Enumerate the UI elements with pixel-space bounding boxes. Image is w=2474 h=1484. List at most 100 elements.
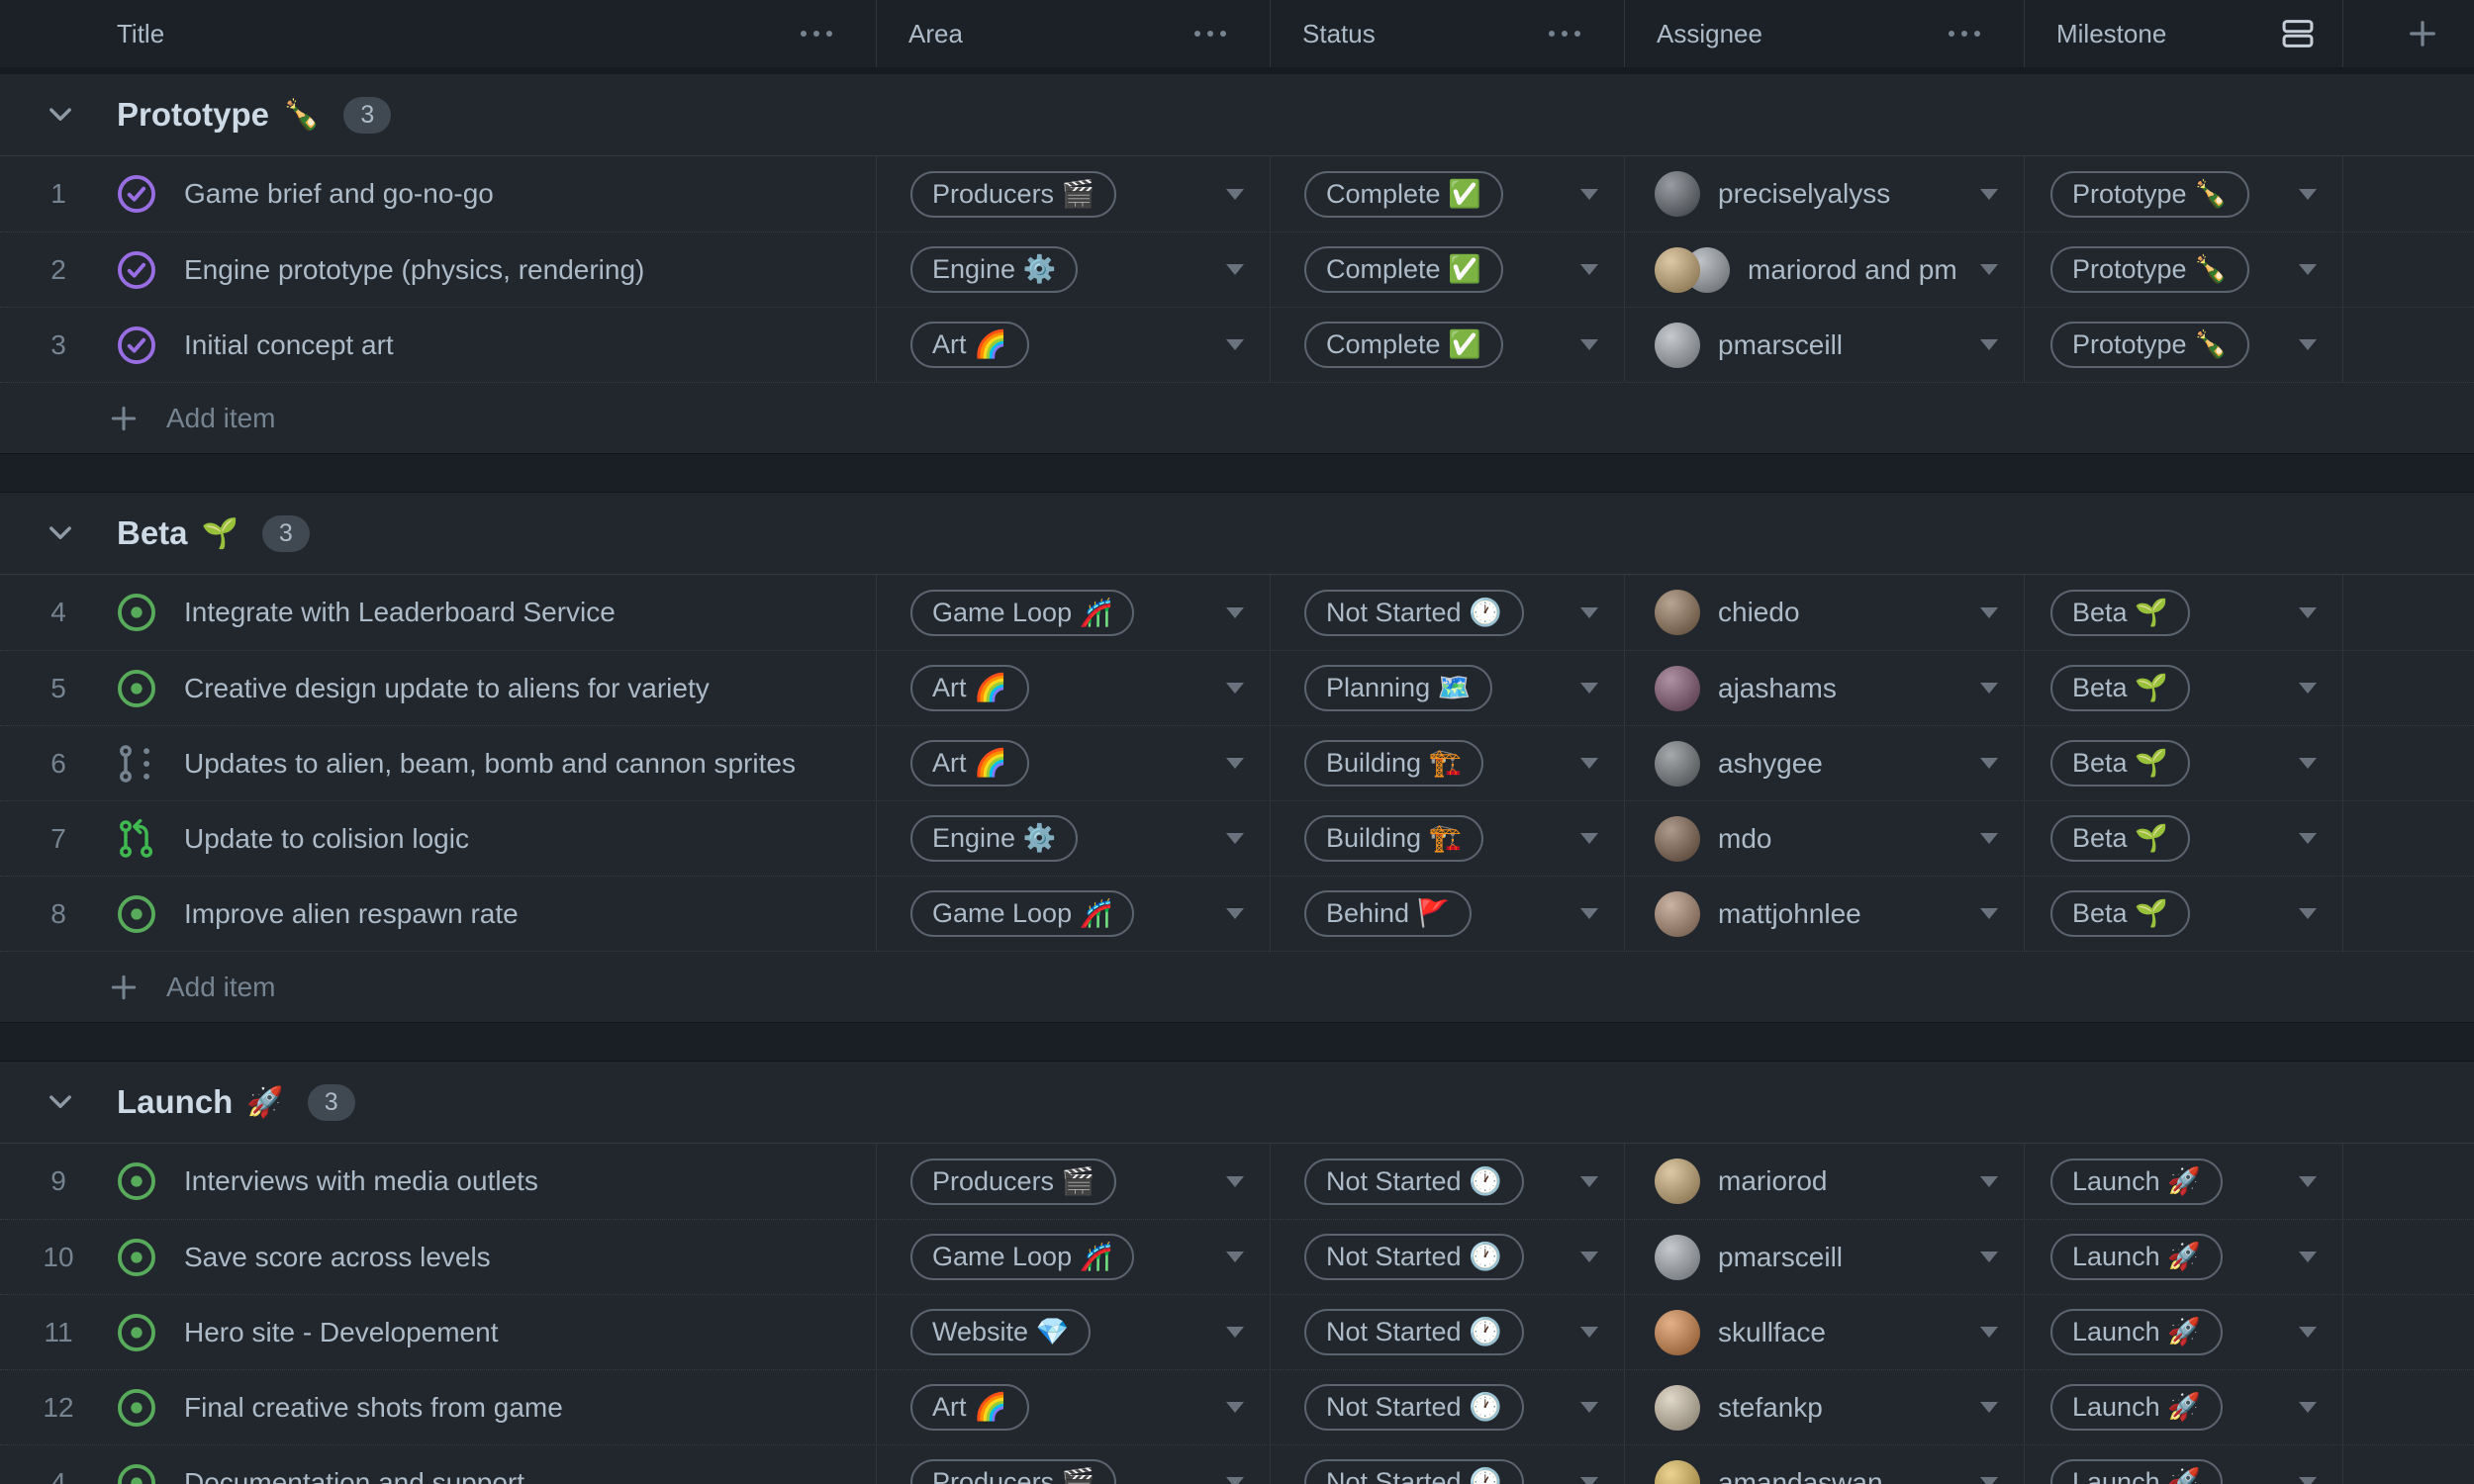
- area-dropdown[interactable]: Art 🌈: [877, 651, 1271, 725]
- assignee-name: pmarsceill: [1718, 1241, 1844, 1272]
- area-dropdown[interactable]: Producers 🎬: [877, 1144, 1271, 1219]
- plus-icon: [107, 971, 141, 1004]
- issue-title-link[interactable]: Hero site - Developement: [184, 1317, 498, 1348]
- column-menu-icon[interactable]: [1549, 31, 1580, 37]
- column-menu-icon[interactable]: [1949, 31, 1980, 37]
- column-header-title[interactable]: Title: [0, 0, 877, 67]
- issue-title-link[interactable]: Updates to alien, beam, bomb and cannon …: [184, 748, 796, 780]
- chevron-down-icon[interactable]: [44, 1085, 77, 1119]
- column-header-milestone[interactable]: Milestone: [2025, 0, 2343, 67]
- assignee-dropdown[interactable]: skullface: [1625, 1295, 2025, 1369]
- status-dropdown[interactable]: Complete ✅: [1271, 308, 1625, 382]
- milestone-dropdown[interactable]: Prototype 🍾: [2025, 308, 2343, 382]
- milestone-dropdown[interactable]: Launch 🚀: [2025, 1144, 2343, 1219]
- issue-title-link[interactable]: Game brief and go-no-go: [184, 178, 494, 210]
- status-label: Building 🏗️: [1304, 740, 1484, 787]
- empty-cell: [2343, 575, 2474, 650]
- column-header-area[interactable]: Area: [877, 0, 1271, 67]
- status-dropdown[interactable]: Complete ✅: [1271, 232, 1625, 307]
- milestone-dropdown[interactable]: Beta 🌱: [2025, 877, 2343, 951]
- assignee-dropdown[interactable]: ajashams: [1625, 651, 2025, 725]
- area-dropdown[interactable]: Art 🌈: [877, 308, 1271, 382]
- add-column-plus-icon[interactable]: [2405, 16, 2440, 51]
- area-dropdown[interactable]: Engine ⚙️: [877, 232, 1271, 307]
- row-number: 8: [50, 897, 66, 929]
- assignee-dropdown[interactable]: pmarsceill: [1625, 1220, 2025, 1294]
- milestone-dropdown[interactable]: Beta 🌱: [2025, 575, 2343, 650]
- issue-title-link[interactable]: Initial concept art: [184, 329, 394, 361]
- assignee-dropdown[interactable]: mariorod and pm: [1625, 232, 2025, 307]
- assignee-dropdown[interactable]: mattjohnlee: [1625, 877, 2025, 951]
- row-number: 11: [44, 1316, 73, 1347]
- column-header-assignee[interactable]: Assignee: [1625, 0, 2025, 67]
- row-layout-icon[interactable]: [2279, 15, 2317, 52]
- area-dropdown[interactable]: Producers 🎬: [877, 156, 1271, 232]
- status-dropdown[interactable]: Not Started 🕐: [1271, 1445, 1625, 1484]
- empty-cell: [2343, 1144, 2474, 1219]
- assignee-name: chiedo: [1718, 597, 1800, 627]
- milestone-dropdown[interactable]: Launch 🚀: [2025, 1220, 2343, 1294]
- column-menu-icon[interactable]: [1194, 31, 1226, 37]
- area-dropdown[interactable]: Engine ⚙️: [877, 801, 1271, 876]
- assignee-dropdown[interactable]: mariorod: [1625, 1144, 2025, 1219]
- status-dropdown[interactable]: Not Started 🕐: [1271, 1295, 1625, 1369]
- dropdown-caret-icon: [1980, 1175, 1998, 1187]
- add-item-button[interactable]: Add item: [0, 951, 2474, 1022]
- issue-open-icon: [115, 1159, 158, 1203]
- status-dropdown[interactable]: Not Started 🕐: [1271, 1220, 1625, 1294]
- status-dropdown[interactable]: Not Started 🕐: [1271, 575, 1625, 650]
- assignee-dropdown[interactable]: ashygee: [1625, 726, 2025, 800]
- status-dropdown[interactable]: Building 🏗️: [1271, 801, 1625, 876]
- status-label: Complete ✅: [1304, 322, 1503, 368]
- issue-title-link[interactable]: Engine prototype (physics, rendering): [184, 254, 644, 286]
- assignee-dropdown[interactable]: amandaswan: [1625, 1445, 2025, 1484]
- milestone-dropdown[interactable]: Launch 🚀: [2025, 1370, 2343, 1444]
- issue-title-link[interactable]: Update to colision logic: [184, 823, 469, 855]
- issue-title-link[interactable]: Improve alien respawn rate: [184, 898, 519, 930]
- area-dropdown[interactable]: Game Loop 🎢: [877, 877, 1271, 951]
- dropdown-caret-icon: [2299, 758, 2317, 769]
- issue-title-link[interactable]: Documentation and support: [184, 1467, 524, 1484]
- milestone-dropdown[interactable]: Prototype 🍾: [2025, 232, 2343, 307]
- milestone-dropdown[interactable]: Launch 🚀: [2025, 1445, 2343, 1484]
- status-dropdown[interactable]: Not Started 🕐: [1271, 1144, 1625, 1219]
- issue-title-link[interactable]: Integrate with Leaderboard Service: [184, 597, 616, 628]
- assignee-dropdown[interactable]: preciselyalyss: [1625, 156, 2025, 232]
- chevron-down-icon[interactable]: [44, 98, 77, 132]
- add-column-header[interactable]: [2343, 0, 2474, 67]
- group-count-badge: 3: [261, 514, 310, 552]
- area-dropdown[interactable]: Art 🌈: [877, 1370, 1271, 1444]
- assignee-dropdown[interactable]: pmarsceill: [1625, 308, 2025, 382]
- avatar: [1655, 815, 1700, 862]
- column-header-status[interactable]: Status: [1271, 0, 1625, 67]
- status-dropdown[interactable]: Not Started 🕐: [1271, 1370, 1625, 1444]
- add-item-button[interactable]: Add item: [0, 382, 2474, 453]
- assignee-dropdown[interactable]: mdo: [1625, 801, 2025, 876]
- area-dropdown[interactable]: Game Loop 🎢: [877, 575, 1271, 650]
- area-dropdown[interactable]: Art 🌈: [877, 726, 1271, 800]
- issue-title-link[interactable]: Interviews with media outlets: [184, 1165, 538, 1197]
- milestone-dropdown[interactable]: Beta 🌱: [2025, 651, 2343, 725]
- milestone-dropdown[interactable]: Launch 🚀: [2025, 1295, 2343, 1369]
- status-dropdown[interactable]: Planning 🗺️: [1271, 651, 1625, 725]
- issue-title-link[interactable]: Save score across levels: [184, 1242, 491, 1273]
- status-dropdown[interactable]: Building 🏗️: [1271, 726, 1625, 800]
- issue-title-link[interactable]: Final creative shots from game: [184, 1392, 563, 1424]
- column-label-title: Title: [117, 18, 165, 48]
- status-dropdown[interactable]: Complete ✅: [1271, 156, 1625, 232]
- assignee-dropdown[interactable]: chiedo: [1625, 575, 2025, 650]
- assignee-dropdown[interactable]: stefankp: [1625, 1370, 2025, 1444]
- chevron-down-icon[interactable]: [44, 516, 77, 550]
- milestone-dropdown[interactable]: Beta 🌱: [2025, 801, 2343, 876]
- group-header[interactable]: Prototype 🍾 3: [0, 74, 2474, 156]
- issue-title-link[interactable]: Creative design update to aliens for var…: [184, 673, 710, 704]
- area-dropdown[interactable]: Website 💎: [877, 1295, 1271, 1369]
- group-header[interactable]: Launch 🚀 3: [0, 1062, 2474, 1144]
- milestone-dropdown[interactable]: Prototype 🍾: [2025, 156, 2343, 232]
- group-header[interactable]: Beta 🌱 3: [0, 493, 2474, 575]
- area-dropdown[interactable]: Game Loop 🎢: [877, 1220, 1271, 1294]
- status-dropdown[interactable]: Behind 🚩: [1271, 877, 1625, 951]
- milestone-dropdown[interactable]: Beta 🌱: [2025, 726, 2343, 800]
- area-dropdown[interactable]: Producers 🎬: [877, 1445, 1271, 1484]
- column-menu-icon[interactable]: [801, 31, 832, 37]
